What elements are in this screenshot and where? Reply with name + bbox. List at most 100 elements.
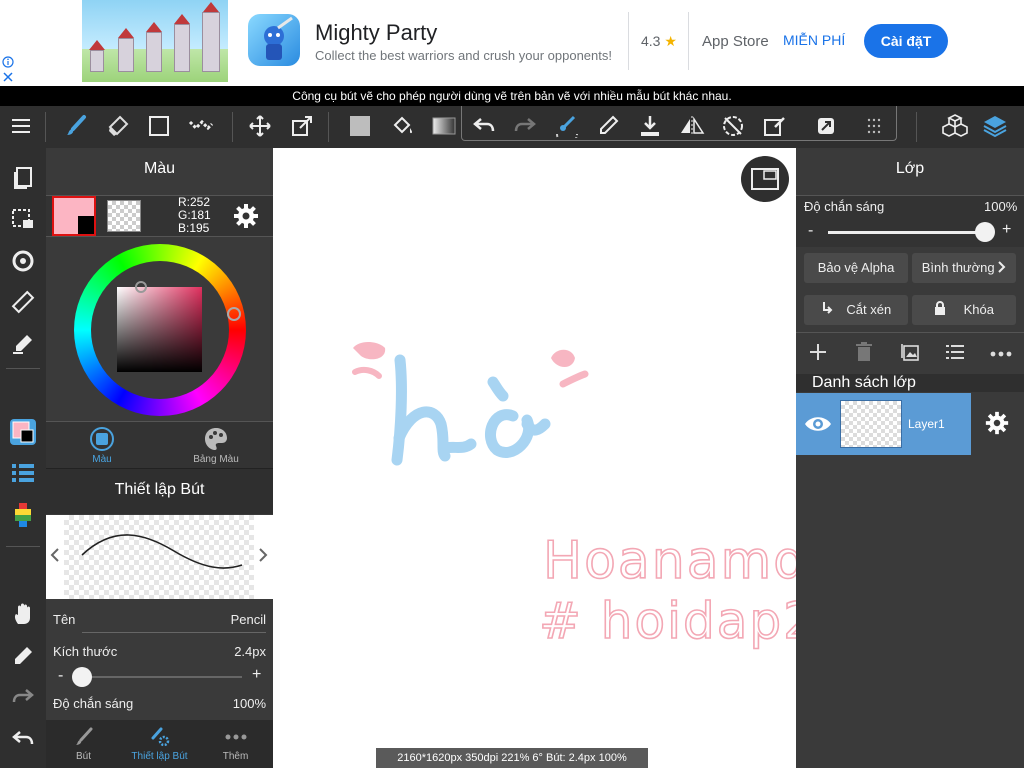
layer-thumbnail[interactable]: [840, 400, 902, 448]
ad-title[interactable]: Mighty Party: [315, 20, 437, 46]
gradient-icon[interactable]: [426, 106, 462, 146]
tab-brush[interactable]: Bút: [46, 726, 121, 768]
transform-icon[interactable]: [284, 106, 320, 146]
selection-tool-icon[interactable]: [183, 106, 219, 146]
blend-mode-button[interactable]: Bình thường: [912, 253, 1016, 283]
gear-icon[interactable]: [984, 410, 1010, 436]
trash-icon[interactable]: [855, 342, 873, 367]
menu-icon[interactable]: [3, 106, 39, 146]
tool-tooltip: Công cụ bút vẽ cho phép người dùng vẽ tr…: [0, 86, 1024, 106]
lasso-rotate-icon[interactable]: [6, 244, 40, 278]
undo-icon[interactable]: [466, 106, 502, 146]
gear-icon[interactable]: [232, 202, 260, 230]
pages-icon[interactable]: [6, 161, 40, 195]
lock-icon: [934, 296, 946, 326]
pink-mark: [551, 349, 575, 367]
blend-mode-label: Bình thường: [921, 260, 995, 275]
snap-icon[interactable]: [549, 106, 585, 146]
grid-dots-icon[interactable]: [856, 106, 892, 146]
layer-opacity-knob[interactable]: [975, 222, 995, 242]
materials-icon[interactable]: [937, 106, 973, 146]
ad-install-button[interactable]: Cài đặT: [864, 24, 948, 58]
size-plus-icon[interactable]: +: [252, 666, 261, 684]
tab-palette[interactable]: Bảng Màu: [160, 424, 272, 468]
lock-button[interactable]: Khóa: [912, 295, 1016, 325]
hand-icon[interactable]: [6, 597, 40, 631]
clear-edit-icon[interactable]: [757, 106, 793, 146]
eraser-tool-icon[interactable]: [100, 106, 136, 146]
bucket-icon[interactable]: [384, 106, 420, 146]
ad-banner-image[interactable]: [82, 0, 228, 82]
opacity-plus-icon[interactable]: +: [1002, 221, 1011, 239]
ad-divider: [628, 12, 629, 70]
tab-color[interactable]: Màu: [46, 424, 158, 468]
brush-name-label: Tên: [53, 612, 76, 627]
current-color-icon[interactable]: [6, 415, 40, 449]
redo-icon[interactable]: [6, 680, 40, 714]
chevron-left-icon[interactable]: [50, 547, 60, 568]
brush-opacity-label: Độ chắn sáng: [53, 696, 134, 711]
fill-color-icon[interactable]: [342, 106, 378, 146]
transparent-color-swatch[interactable]: [107, 200, 141, 232]
canvas-artwork: Hoanamdark # hoidap247: [352, 342, 796, 651]
clip-button[interactable]: Cắt xén: [804, 295, 908, 325]
ad-store-name: App Store: [702, 33, 769, 50]
handwriting-line-1: Hoanamdark: [543, 531, 796, 591]
drawing-canvas[interactable]: Hoanamdark # hoidap247: [273, 148, 796, 768]
ad-price: MIỄN PHÍ: [783, 32, 846, 48]
layer-opacity-slider[interactable]: [828, 231, 988, 234]
pink-mark: [352, 366, 382, 379]
brush-preview-area: [64, 515, 254, 599]
layer-name[interactable]: Layer1: [908, 417, 945, 431]
alpha-protect-button[interactable]: Bảo vệ Alpha: [804, 253, 908, 283]
rotate-reset-icon[interactable]: [715, 106, 751, 146]
palette-strip-icon[interactable]: [6, 498, 40, 532]
layer-list-icon[interactable]: [6, 456, 40, 490]
handwriting-line-2: # hoidap247: [539, 592, 796, 650]
eye-icon[interactable]: [803, 413, 833, 440]
pen-fill-icon[interactable]: [6, 327, 40, 361]
tab-brush-settings[interactable]: Thiết lập Bút: [122, 726, 197, 768]
redo-icon[interactable]: [507, 106, 543, 146]
navigator-button[interactable]: [741, 156, 789, 202]
chevron-right-icon[interactable]: [258, 547, 268, 568]
secondary-color-swatch[interactable]: [78, 216, 94, 234]
eyedropper-icon[interactable]: [6, 639, 40, 673]
lock-label: Khóa: [963, 302, 994, 317]
eyedropper-icon[interactable]: [590, 106, 626, 146]
tab-brush-label: Bút: [75, 751, 91, 762]
list-icon[interactable]: [946, 343, 964, 366]
move-icon[interactable]: [242, 106, 278, 146]
rgb-readout: R:252 G:181 B:195: [178, 196, 211, 235]
brush-size-slider[interactable]: [74, 676, 242, 678]
left-toolbar-separator: [6, 546, 40, 547]
rectangle-tool-icon[interactable]: [141, 106, 177, 146]
ad-app-icon[interactable]: [248, 14, 300, 66]
add-image-icon[interactable]: [900, 342, 920, 367]
ad-info-icon[interactable]: [2, 56, 14, 84]
brush-opacity-row[interactable]: Độ chắn sáng 100%: [46, 692, 273, 720]
toolbar-separator: [45, 112, 46, 142]
saturation-value-square[interactable]: [117, 287, 202, 372]
size-minus-icon[interactable]: -: [58, 667, 63, 685]
add-layer-icon[interactable]: [808, 342, 828, 367]
opacity-minus-icon[interactable]: -: [808, 222, 813, 240]
star-icon: ★: [664, 33, 677, 49]
layer-opacity-label: Độ chắn sáng: [804, 199, 885, 214]
ad-divider: [688, 12, 689, 70]
ruler-icon[interactable]: [6, 285, 40, 319]
brush-tool-icon[interactable]: [58, 106, 94, 146]
share-export-icon[interactable]: [808, 106, 844, 146]
tab-brush-settings-label: Thiết lập Bút: [131, 751, 188, 762]
more-options-icon[interactable]: [990, 346, 1012, 364]
undo-icon[interactable]: [6, 722, 40, 756]
sv-pointer[interactable]: [135, 281, 147, 293]
tab-more[interactable]: Thêm: [198, 726, 273, 768]
select-layer-icon[interactable]: [6, 202, 40, 236]
flip-icon[interactable]: [674, 106, 710, 146]
layers-icon[interactable]: [977, 106, 1013, 146]
brush-name-row[interactable]: Tên Pencil: [46, 600, 273, 638]
hue-pointer[interactable]: [227, 307, 241, 321]
save-download-icon[interactable]: [632, 106, 668, 146]
tab-color-label: Màu: [92, 454, 112, 465]
